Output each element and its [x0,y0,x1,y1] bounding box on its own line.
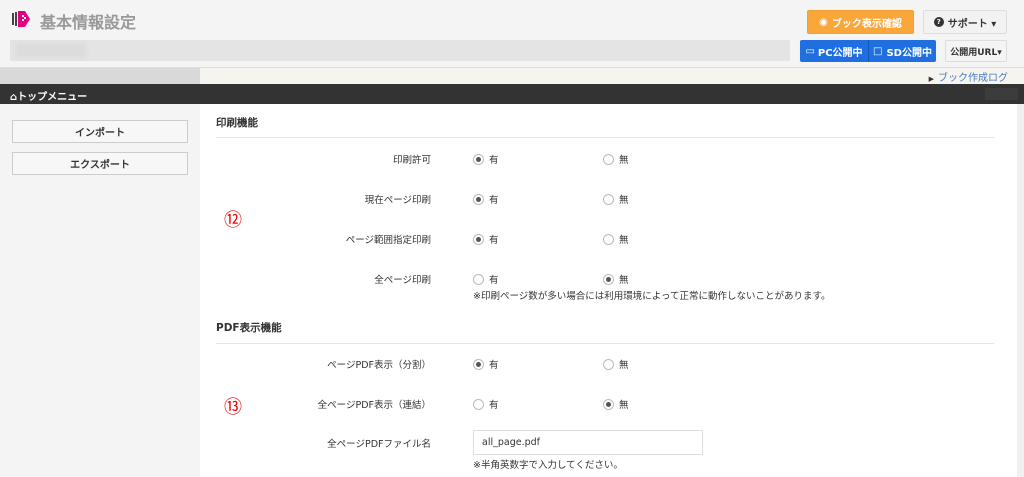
page-pdf-split-label: ページPDF表示（分割） [327,360,431,371]
device-icon: □ [873,45,883,57]
radio-icon [603,398,614,410]
radio-icon [603,153,614,165]
blurred-book-name [16,43,86,58]
book-log-link[interactable]: ▶ ブック作成ログ [929,69,1008,84]
filename-note: ※半角英数字で入力してください。 [473,460,623,471]
radio-icon [603,273,614,285]
strip-right [200,68,1024,84]
range-print-label: ページ範囲指定印刷 [345,235,431,246]
public-url-button[interactable]: 公開用URL▾ [945,40,1007,62]
radio-icon [473,193,484,205]
page-pdf-split-yes[interactable]: 有 [473,357,499,371]
top-menu-link[interactable]: ⌂トップメニュー [0,84,1024,104]
range-print-no[interactable]: 無 [603,232,629,246]
strip-left [0,68,200,84]
page-title: 基本情報設定 [40,13,137,32]
marker-12: ⑫ [224,210,242,231]
radio-icon [473,153,484,165]
all-page-pdf-yes[interactable]: 有 [473,397,499,411]
print-permission-no[interactable]: 無 [603,152,629,166]
export-button[interactable]: エクスポート [12,152,188,175]
pdf-filename-input[interactable] [473,430,703,455]
support-button[interactable]: ? サポート ▾ [923,10,1007,34]
divider [216,343,994,344]
radio-icon [603,193,614,205]
all-page-print-yes[interactable]: 有 [473,272,499,286]
app-logo-icon [12,11,30,27]
pdf-filename-label: 全ページPDFファイル名 [327,439,431,450]
current-page-print-yes[interactable]: 有 [473,192,499,206]
pdf-section-title: PDF表示機能 [216,322,282,334]
radio-icon [473,358,484,370]
print-permission-label: 印刷許可 [392,155,431,166]
current-page-print-label: 現在ページ印刷 [364,195,431,206]
radio-icon [603,358,614,370]
print-note: ※印刷ページ数が多い場合には利用環境によって正常に動作しないことがあります。 [473,291,831,302]
eye-icon: ◉ [819,16,828,28]
book-name-bar [10,40,790,61]
scrollbar[interactable] [1017,104,1024,477]
current-page-print-no[interactable]: 無 [603,192,629,206]
darkbar-block [985,88,1018,100]
radio-icon [473,233,484,245]
radio-icon [603,233,614,245]
range-print-yes[interactable]: 有 [473,232,499,246]
book-preview-button[interactable]: ◉ ブック表示確認 [807,10,914,34]
all-page-pdf-label: 全ページPDF表示（連結） [317,400,431,411]
print-section-title: 印刷機能 [216,117,258,129]
monitor-icon: ▭ [805,45,815,57]
all-page-print-no[interactable]: 無 [603,272,629,286]
pc-publish-button[interactable]: ▭ PC公開中 [800,40,868,62]
caret-right-icon: ▶ [928,75,934,83]
divider [216,137,994,138]
page-pdf-split-no[interactable]: 無 [603,357,629,371]
all-page-print-label: 全ページ印刷 [374,275,431,286]
radio-icon [473,398,484,410]
import-button[interactable]: インポート [12,120,188,143]
radio-icon [473,273,484,285]
sd-publish-button[interactable]: □ SD公開中 [868,40,936,62]
all-page-pdf-no[interactable]: 無 [603,397,629,411]
help-icon: ? [933,17,944,27]
print-permission-yes[interactable]: 有 [473,152,499,166]
